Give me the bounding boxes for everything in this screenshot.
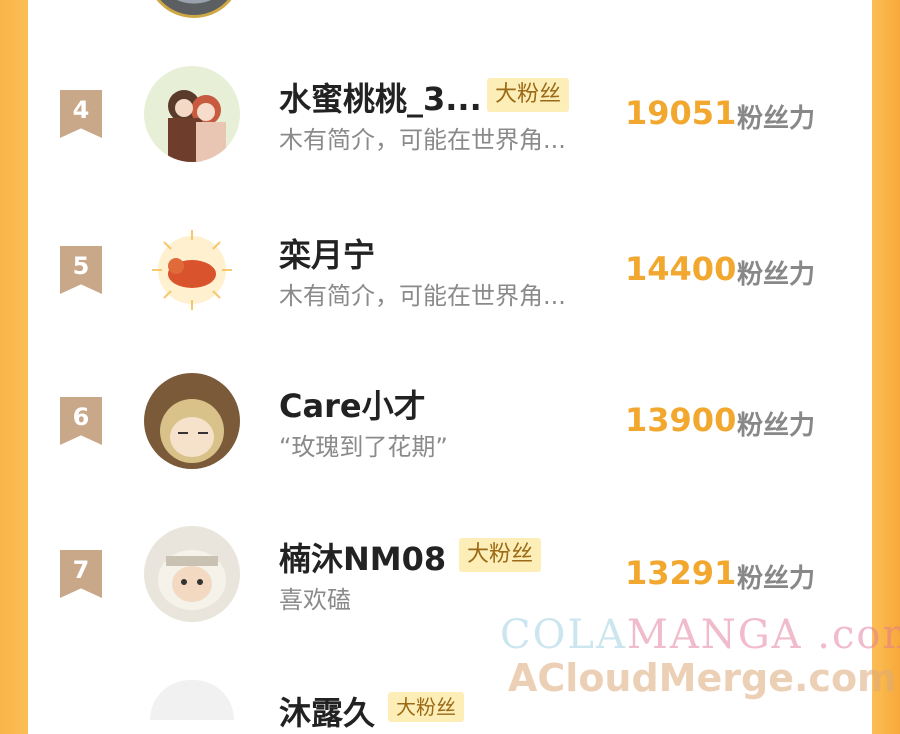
fan-level-badge: 大粉丝 [388, 692, 464, 722]
user-name[interactable]: 栾月宁 [279, 230, 375, 276]
user-bio: 木有简介，可能在世界角... [279, 126, 566, 154]
rank-badge: 4 [60, 90, 102, 138]
fan-score: 19051 [625, 94, 737, 132]
avatar[interactable] [144, 373, 240, 469]
user-bio: 木有简介，可能在世界角... [279, 282, 566, 310]
fan-level-badge: 大粉丝 [459, 538, 542, 572]
fan-score-unit: 粉丝力 [737, 411, 816, 441]
user-name[interactable]: Care小才 [279, 381, 426, 427]
list-item[interactable]: 6 Care小才 “玫瑰到了花期” 13900 粉丝力 [0, 373, 900, 493]
avatar[interactable] [144, 66, 240, 162]
fan-score-unit: 粉丝力 [737, 564, 816, 594]
watermark-part-a: COLA [500, 612, 627, 658]
avatar[interactable] [150, 680, 234, 720]
avatar[interactable] [144, 222, 240, 318]
user-name[interactable]: 楠沐NM08 [279, 534, 446, 580]
list-item[interactable]: 5 栾月宁 木有简介，可能在世界角... 14400 粉丝力 [0, 222, 900, 342]
user-name[interactable]: 水蜜桃桃_3... [279, 74, 482, 120]
rank-badge: 6 [60, 397, 102, 445]
fan-score: 13291 [625, 554, 737, 592]
user-name[interactable]: 沐露久 [279, 688, 375, 734]
watermark-part-b: MANGA [626, 612, 803, 658]
fan-level-badge: 大粉丝 [487, 78, 570, 112]
fan-score-unit: 粉丝力 [737, 104, 816, 134]
fan-score: 14400 [625, 250, 737, 288]
list-item[interactable]: 4 水蜜桃桃_3... 大粉丝 木有简介，可能在世界角... 19051 粉丝力 [0, 66, 900, 186]
avatar[interactable] [144, 526, 240, 622]
watermark-line2: ACloudMerge.com [508, 656, 897, 700]
watermark: COLAMANGA .com [500, 612, 900, 658]
user-bio: 喜欢磕 [279, 586, 351, 614]
rank-badge: 5 [60, 246, 102, 294]
watermark-part-c: .com [817, 612, 900, 658]
rank-badge: 7 [60, 550, 102, 598]
fan-score-unit: 粉丝力 [737, 260, 816, 290]
user-bio: “玫瑰到了花期” [279, 433, 448, 461]
fan-score: 13900 [625, 401, 737, 439]
